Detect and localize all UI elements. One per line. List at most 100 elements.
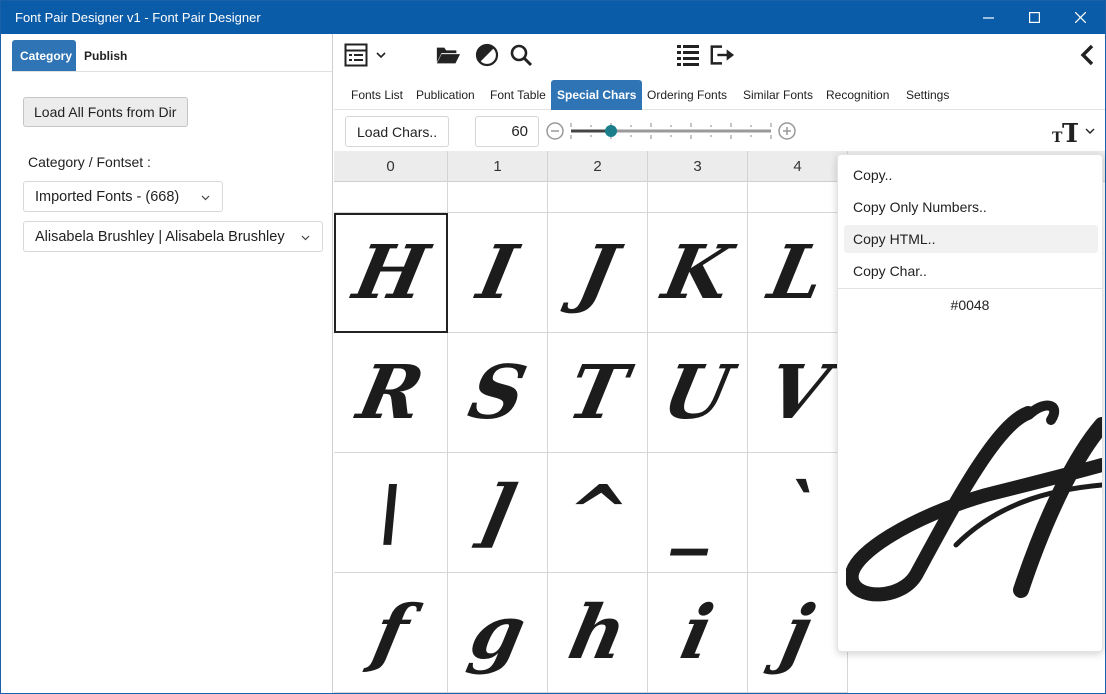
tab-category[interactable]: Category xyxy=(12,40,76,71)
left-panel: Category Publish Load All Fonts from Dir… xyxy=(1,34,333,693)
tab-publication[interactable]: Publication xyxy=(410,80,481,110)
char-code: #0048 xyxy=(950,297,990,313)
font-size-icon[interactable]: TT xyxy=(1050,118,1078,144)
glyph: ` xyxy=(769,469,826,556)
menu-item-copy[interactable]: Copy.. xyxy=(844,161,1098,189)
category-label: Category / Fontset : xyxy=(28,154,151,170)
glyph: g xyxy=(462,589,533,676)
tab-special-chars[interactable]: Special Chars xyxy=(551,80,643,110)
grid-cell[interactable]: ] xyxy=(448,453,548,573)
grid-cell-partial[interactable] xyxy=(448,182,548,213)
menu-separator xyxy=(838,288,1102,289)
menu-item-copy-char[interactable]: Copy Char.. xyxy=(844,257,1098,285)
grid-cell[interactable]: I xyxy=(448,213,548,333)
chevron-left-icon[interactable] xyxy=(1074,42,1100,68)
font-select-value: Alisabela Brushley | Alisabela Brushley xyxy=(35,228,285,245)
glyph: K xyxy=(656,229,739,316)
glyph: V xyxy=(759,349,836,436)
grid-cell[interactable]: ` xyxy=(748,453,848,573)
chevron-down-icon[interactable] xyxy=(372,42,390,68)
tab-similar-fonts[interactable]: Similar Fonts xyxy=(737,80,819,110)
column-header: 2 xyxy=(548,151,648,182)
glyph: L xyxy=(762,229,833,316)
minimize-button[interactable] xyxy=(965,1,1011,34)
column-header: 4 xyxy=(748,151,848,182)
glyph: H xyxy=(346,230,436,316)
close-icon xyxy=(1074,12,1086,23)
column-header: 0 xyxy=(334,151,448,182)
toolbar xyxy=(334,34,1105,76)
export-icon[interactable] xyxy=(709,42,735,68)
main-tabs: Fonts List Publication Font Table Specia… xyxy=(334,78,1105,110)
load-all-fonts-button[interactable]: Load All Fonts from Dir xyxy=(23,97,188,127)
char-preview xyxy=(846,400,1102,602)
grid-cell[interactable]: U xyxy=(648,333,748,453)
glyph: J xyxy=(570,229,625,316)
tab-ordering-fonts[interactable]: Ordering Fonts xyxy=(641,80,733,110)
column-header: 3 xyxy=(648,151,748,182)
grid-cell[interactable]: L xyxy=(748,213,848,333)
window-title: Font Pair Designer v1 - Font Pair Design… xyxy=(15,10,261,25)
context-menu: Copy.. Copy Only Numbers.. Copy HTML.. C… xyxy=(837,154,1103,652)
glyph: R xyxy=(350,349,431,436)
tab-font-table[interactable]: Font Table xyxy=(484,80,552,110)
close-button[interactable] xyxy=(1057,1,1103,34)
category-select-value: Imported Fonts - (668) xyxy=(35,188,180,205)
svg-text:T: T xyxy=(1062,119,1078,144)
grid-cell[interactable]: ^ xyxy=(548,453,648,573)
grid-cell-partial[interactable] xyxy=(548,182,648,213)
glyph: i xyxy=(674,589,721,676)
folder-open-icon[interactable] xyxy=(435,42,461,68)
grid-cell[interactable]: R xyxy=(334,333,448,453)
grid-cell[interactable]: i xyxy=(648,573,748,693)
glyph: I xyxy=(471,229,524,316)
glyph: S xyxy=(461,349,534,436)
glyph: U xyxy=(656,349,739,436)
search-icon[interactable] xyxy=(508,42,534,68)
slider-thumb xyxy=(605,125,617,137)
grid-cell[interactable]: J xyxy=(548,213,648,333)
glyph: T xyxy=(560,349,635,436)
glyph: ] xyxy=(470,469,525,556)
tab-divider xyxy=(12,71,332,72)
grid-cell[interactable]: \ xyxy=(334,453,448,573)
grid-cell-selected[interactable]: H xyxy=(334,213,448,333)
app-window: Font Pair Designer v1 - Font Pair Design… xyxy=(0,0,1106,694)
chevron-down-icon xyxy=(201,195,210,201)
chevron-down-icon xyxy=(301,235,310,241)
grid-cell-partial[interactable] xyxy=(748,182,848,213)
grid-cell[interactable]: g xyxy=(448,573,548,693)
glyph: _ xyxy=(669,469,726,556)
tab-settings[interactable]: Settings xyxy=(900,80,955,110)
list-icon[interactable] xyxy=(675,42,701,68)
menu-item-copy-only-numbers[interactable]: Copy Only Numbers.. xyxy=(844,193,1098,221)
glyph: j xyxy=(774,589,821,676)
chevron-down-icon[interactable] xyxy=(1082,118,1098,144)
size-slider[interactable] xyxy=(546,121,798,141)
tab-fonts-list[interactable]: Fonts List xyxy=(345,80,409,110)
list-view-icon[interactable] xyxy=(343,42,369,68)
grid-cell[interactable]: K xyxy=(648,213,748,333)
grid-cell[interactable]: f xyxy=(334,573,448,693)
grid-cell[interactable]: V xyxy=(748,333,848,453)
load-chars-button[interactable]: Load Chars.. xyxy=(345,116,450,147)
grid-cell-partial[interactable] xyxy=(648,182,748,213)
grid-cell-partial[interactable] xyxy=(334,182,448,213)
svg-text:T: T xyxy=(1052,130,1063,144)
grid-cell[interactable]: S xyxy=(448,333,548,453)
tab-publish[interactable]: Publish xyxy=(76,40,135,71)
grid-cell[interactable]: j xyxy=(748,573,848,693)
glyph: h xyxy=(561,589,634,676)
glyph: \ xyxy=(367,469,414,556)
size-input[interactable]: 60 xyxy=(475,116,539,147)
font-select[interactable]: Alisabela Brushley | Alisabela Brushley xyxy=(23,221,323,252)
glyph: f xyxy=(365,589,416,676)
grid-cell[interactable]: T xyxy=(548,333,648,453)
menu-item-copy-html[interactable]: Copy HTML.. xyxy=(844,225,1098,253)
grid-cell[interactable]: _ xyxy=(648,453,748,573)
maximize-button[interactable] xyxy=(1011,1,1057,34)
contrast-icon[interactable] xyxy=(474,42,500,68)
category-select[interactable]: Imported Fonts - (668) xyxy=(23,181,223,212)
grid-cell[interactable]: h xyxy=(548,573,648,693)
tab-recognition[interactable]: Recognition xyxy=(820,80,895,110)
